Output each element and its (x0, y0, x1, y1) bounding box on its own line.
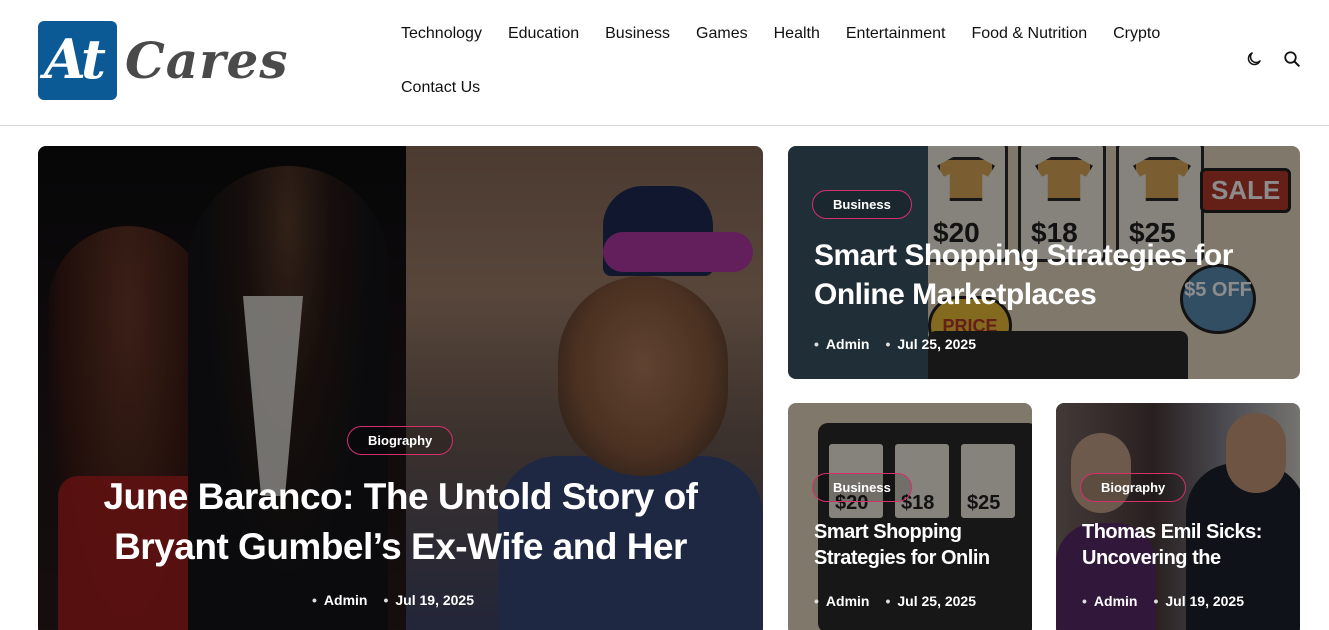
post-meta: Admin Jul 25, 2025 (814, 336, 976, 352)
category-badge[interactable]: Business (812, 473, 912, 502)
nav-item-health[interactable]: Health (774, 25, 820, 43)
moon-icon[interactable] (1245, 50, 1263, 68)
nav-item-games[interactable]: Games (696, 25, 748, 43)
nav-item-technology[interactable]: Technology (401, 25, 482, 43)
header-actions (1245, 50, 1301, 68)
category-badge[interactable]: Biography (1080, 473, 1187, 502)
post-card[interactable]: Biography Thomas Emil Sicks: Uncovering … (1056, 403, 1300, 630)
post-meta: Admin Jul 25, 2025 (814, 593, 976, 609)
nav-item-education[interactable]: Education (508, 25, 579, 43)
nav-item-business[interactable]: Business (605, 25, 670, 43)
post-author[interactable]: Admin (814, 593, 870, 609)
post-date: Jul 25, 2025 (885, 593, 976, 609)
logo-mark-text: At (44, 27, 106, 91)
post-card[interactable]: $20 $18 $25 Business Smart Shopping Stra… (788, 403, 1032, 630)
post-title[interactable]: Smart Shopping Strategies for Online Mar… (814, 236, 1254, 314)
nav-item-crypto[interactable]: Crypto (1113, 25, 1160, 43)
post-author[interactable]: Admin (1082, 593, 1138, 609)
category-badge[interactable]: Business (812, 190, 912, 219)
featured-post-card[interactable]: Biography June Baranco: The Untold Story… (38, 146, 763, 630)
post-date: Jul 19, 2025 (1153, 593, 1244, 609)
post-title[interactable]: June Baranco: The Untold Story of Bryant… (78, 472, 723, 572)
nav-item-contact-us[interactable]: Contact Us (401, 79, 480, 97)
post-card[interactable]: $20 $18 $25 SALE $5 OFF PRICE Business S… (788, 146, 1300, 379)
nav-item-food-nutrition[interactable]: Food & Nutrition (971, 25, 1087, 43)
site-header: At Cares Technology Education Business G… (0, 0, 1329, 126)
post-date: Jul 25, 2025 (885, 336, 976, 352)
site-logo[interactable]: At Cares (38, 21, 289, 100)
post-date: Jul 19, 2025 (383, 592, 474, 608)
logo-mark: At (38, 21, 117, 100)
category-badge[interactable]: Biography (347, 426, 454, 455)
post-meta: Admin Jul 19, 2025 (1082, 593, 1244, 609)
nav-item-entertainment[interactable]: Entertainment (846, 25, 946, 43)
post-title[interactable]: Thomas Emil Sicks: Uncovering the (1082, 519, 1282, 571)
logo-text: Cares (125, 31, 289, 90)
search-icon[interactable] (1283, 50, 1301, 68)
nav-row-2: Contact Us (401, 68, 1191, 108)
post-title[interactable]: Smart Shopping Strategies for Onlin (814, 519, 1014, 571)
post-meta: Admin Jul 19, 2025 (312, 592, 474, 608)
main-nav: Technology Education Business Games Heal… (401, 14, 1191, 108)
nav-row-1: Technology Education Business Games Heal… (401, 14, 1191, 54)
post-author[interactable]: Admin (312, 592, 368, 608)
post-author[interactable]: Admin (814, 336, 870, 352)
